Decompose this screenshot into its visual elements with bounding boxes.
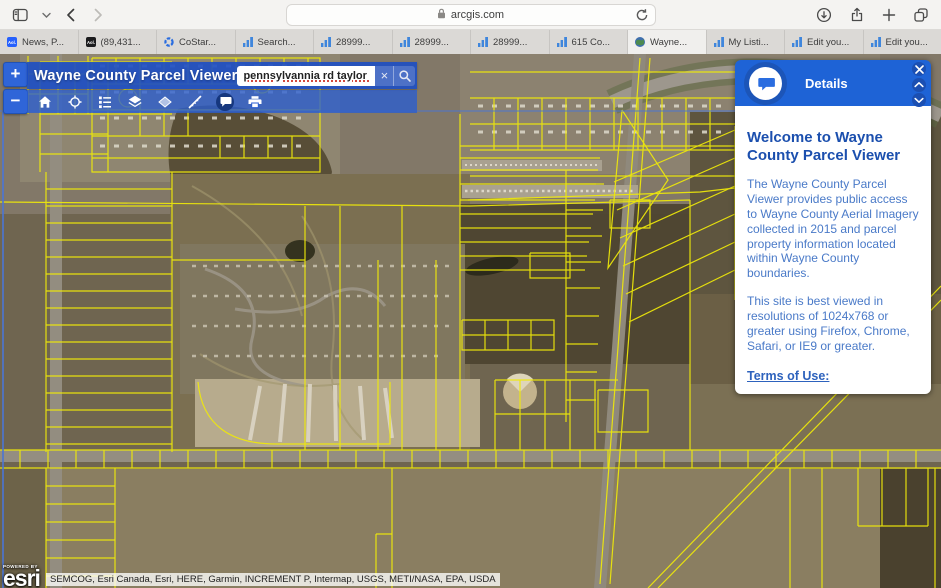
panel-paragraph-1: The Wayne County Parcel Viewer provides … — [747, 177, 919, 281]
tab-costar[interactable]: CoStar... — [157, 30, 236, 54]
chevron-up-icon[interactable] — [912, 78, 926, 92]
chevron-down-icon[interactable] — [42, 7, 51, 23]
back-button[interactable] — [64, 7, 78, 23]
details-badge — [744, 62, 787, 105]
tab-my-listings[interactable]: My Listi... — [707, 30, 786, 54]
details-panel-body[interactable]: Welcome to Wayne County Parcel Viewer Th… — [735, 106, 931, 394]
tab-edit-2[interactable]: Edit you... — [864, 30, 941, 54]
svg-text:Aol.: Aol. — [87, 40, 95, 45]
url-text: arcgis.com — [451, 9, 504, 21]
panel-title: Details — [805, 76, 848, 91]
svg-text:Aol.: Aol. — [8, 40, 16, 45]
chart-favicon — [243, 37, 253, 47]
sidebar-toggle-icon[interactable] — [12, 7, 29, 23]
tab-search[interactable]: Search... — [236, 30, 315, 54]
chart-favicon — [557, 37, 567, 47]
print-icon[interactable] — [246, 93, 264, 111]
tab-bar: Aol. News, P... Aol. (89,431... CoStar..… — [0, 30, 941, 54]
legend-icon[interactable] — [96, 93, 114, 111]
chart-favicon — [478, 37, 488, 47]
welcome-heading: Welcome to Wayne County Parcel Viewer — [747, 129, 919, 164]
tab-615-co[interactable]: 615 Co... — [550, 30, 629, 54]
lock-icon — [437, 8, 446, 22]
panel-paragraph-2: This site is best viewed in resolutions … — [747, 294, 919, 354]
costar-favicon — [164, 37, 174, 47]
details-panel-header: Details — [735, 60, 931, 106]
share-icon[interactable] — [849, 7, 865, 23]
map[interactable]: + − Wayne County Parcel Viewer × — [0, 54, 941, 588]
tab-listing-3[interactable]: 28999... — [471, 30, 550, 54]
chart-favicon — [792, 37, 802, 47]
layers-icon[interactable] — [126, 93, 144, 111]
esri-brand: esri — [3, 569, 40, 588]
tab-edit-1[interactable]: Edit you... — [785, 30, 864, 54]
details-icon[interactable] — [216, 93, 234, 111]
search-icon[interactable] — [393, 66, 415, 86]
aol-blue-favicon: Aol. — [7, 37, 17, 47]
chart-favicon — [400, 37, 410, 47]
tab-news[interactable]: Aol. News, P... — [0, 30, 79, 54]
browser-window: arcgis.com — [0, 0, 941, 588]
map-toolbar — [27, 90, 417, 113]
chevron-down-icon[interactable] — [912, 93, 926, 107]
terms-of-use-heading: Terms of Use: — [747, 369, 919, 383]
tab-listing-2[interactable]: 28999... — [393, 30, 472, 54]
tab-overview-icon[interactable] — [913, 7, 929, 23]
globe-favicon — [635, 37, 645, 47]
clear-search-icon[interactable]: × — [375, 66, 393, 86]
address-bar[interactable]: arcgis.com — [286, 4, 656, 26]
forward-button[interactable] — [91, 7, 105, 23]
new-tab-icon[interactable] — [882, 8, 896, 22]
tab-listing-1[interactable]: 28999... — [314, 30, 393, 54]
map-attribution: SEMCOG, Esri Canada, Esri, HERE, Garmin,… — [46, 573, 500, 586]
measure-icon[interactable] — [186, 93, 204, 111]
locate-icon[interactable] — [66, 93, 84, 111]
page-title: Wayne County Parcel Viewer — [34, 68, 237, 84]
reload-icon[interactable] — [635, 8, 649, 25]
esri-logo: POWERED BY esri — [3, 565, 40, 588]
aol-dark-favicon: Aol. — [86, 37, 96, 47]
browser-toolbar: arcgis.com — [0, 0, 941, 30]
chart-favicon — [321, 37, 331, 47]
chart-favicon — [714, 37, 724, 47]
tab-wayne-active[interactable]: Wayne... — [628, 30, 707, 54]
close-icon[interactable] — [912, 62, 926, 76]
search-box: × — [237, 66, 415, 86]
chart-favicon — [871, 37, 881, 47]
home-icon[interactable] — [36, 93, 54, 111]
details-panel: Details Welcome to Wayne County Parcel V… — [735, 60, 931, 394]
zoom-out-button[interactable]: − — [3, 89, 28, 114]
tab-aol-mail[interactable]: Aol. (89,431... — [79, 30, 158, 54]
downloads-icon[interactable] — [816, 7, 832, 23]
chat-bubble-icon — [749, 67, 782, 100]
search-input[interactable] — [237, 66, 375, 86]
basemap-icon[interactable] — [156, 93, 174, 111]
zoom-in-button[interactable]: + — [3, 62, 28, 87]
app-header: Wayne County Parcel Viewer × — [27, 62, 417, 89]
